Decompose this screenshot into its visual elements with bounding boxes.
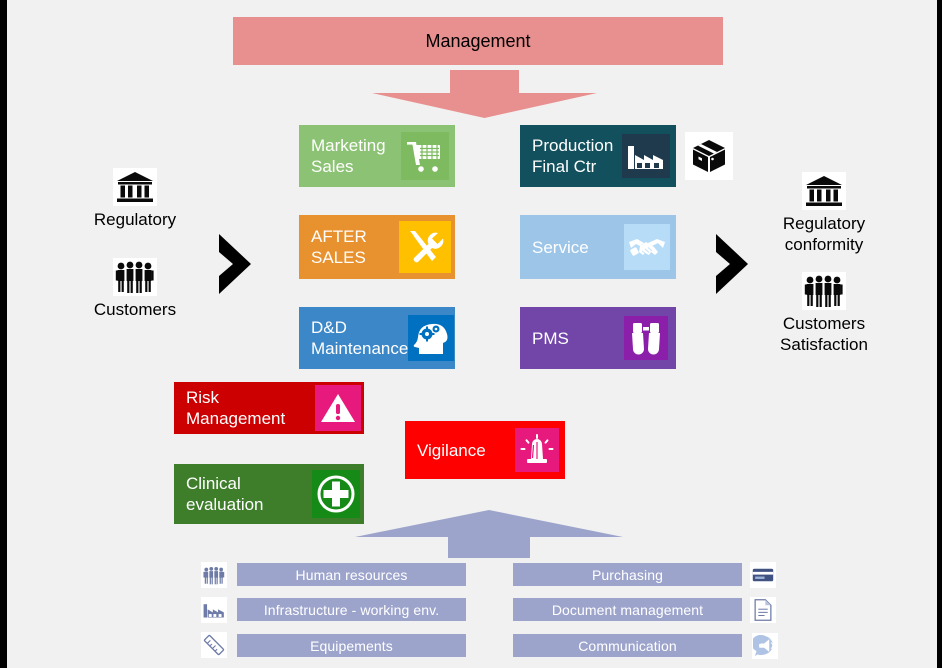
warning-triangle-icon [315, 385, 361, 431]
support-bar-infrastructure[interactable]: Infrastructure - working env. [237, 598, 466, 621]
output-chevron-icon [712, 232, 756, 301]
process-box-vigilance-label: Vigilance [417, 440, 486, 460]
document-icon [750, 597, 776, 623]
process-box-pms[interactable]: PMS [520, 307, 676, 369]
process-box-service-label: Service [532, 237, 589, 257]
output-regulatory-conformity: Regulatory conformity [764, 172, 884, 255]
ruler-icon [201, 632, 227, 658]
alarm-light-icon [515, 428, 559, 472]
process-box-risk-management[interactable]: Risk Management [174, 382, 364, 434]
support-bar-document-management-label: Document management [551, 601, 704, 618]
process-box-service[interactable]: Service [520, 215, 676, 279]
factory-icon [622, 134, 670, 178]
process-box-dd-maintenance-label: D&D Maintenance [311, 318, 409, 358]
people-group-icon [201, 562, 227, 588]
input-chevron-icon [215, 232, 259, 301]
process-box-clinical-evaluation[interactable]: Clinical evaluation [174, 464, 364, 524]
input-regulatory-label: Regulatory [93, 210, 177, 229]
support-bar-purchasing[interactable]: Purchasing [513, 563, 742, 586]
factory-icon [201, 597, 227, 623]
shopping-cart-icon [401, 132, 449, 180]
handshake-icon [624, 224, 670, 270]
process-box-after-sales-label: AFTER SALES [311, 227, 367, 267]
input-customers-label: Customers [93, 300, 177, 319]
bank-icon [113, 168, 157, 206]
output-customers-satisfaction-label: Customers Satisfaction [780, 314, 868, 354]
support-up-arrow [355, 508, 623, 558]
people-group-icon [802, 272, 846, 310]
diagram-canvas: Management Regulatory Customers Marketin… [7, 0, 937, 668]
support-bar-communication-label: Communication [578, 637, 677, 654]
process-box-pms-label: PMS [532, 328, 569, 348]
output-customers-satisfaction: Customers Satisfaction [759, 272, 889, 355]
output-regulatory-conformity-label: Regulatory conformity [782, 214, 866, 254]
management-down-arrow [372, 70, 597, 118]
process-box-production-final-ctr[interactable]: Production Final Ctr [520, 125, 676, 187]
process-box-dd-maintenance[interactable]: D&D Maintenance [299, 307, 455, 369]
process-box-after-sales[interactable]: AFTER SALES [299, 215, 455, 279]
input-customers: Customers [85, 258, 185, 320]
head-gears-icon [408, 315, 455, 361]
process-box-production-final-ctr-label: Production Final Ctr [532, 136, 614, 176]
support-bar-equipements[interactable]: Equipements [237, 634, 466, 657]
process-box-clinical-evaluation-label: Clinical evaluation [186, 474, 264, 514]
binoculars-icon [624, 316, 668, 360]
support-bar-infrastructure-label: Infrastructure - working env. [263, 601, 440, 618]
package-box-icon [685, 132, 733, 180]
support-bar-equipements-label: Equipements [310, 637, 393, 654]
process-box-marketing-sales-label: Marketing Sales [311, 136, 386, 176]
medical-cross-icon [312, 470, 360, 518]
management-banner-label: Management [425, 30, 531, 51]
process-box-marketing-sales[interactable]: Marketing Sales [299, 125, 455, 187]
people-group-icon [113, 258, 157, 296]
megaphone-bubble-icon [752, 633, 778, 659]
credit-card-icon [750, 562, 776, 588]
input-regulatory: Regulatory [85, 168, 185, 230]
support-bar-purchasing-label: Purchasing [591, 566, 664, 583]
bank-icon [802, 172, 846, 210]
process-box-risk-management-label: Risk Management [186, 388, 286, 428]
process-box-vigilance[interactable]: Vigilance [405, 421, 565, 479]
support-bar-human-resources-label: Human resources [295, 566, 408, 583]
support-bar-communication[interactable]: Communication [513, 634, 742, 657]
management-banner[interactable]: Management [233, 17, 723, 65]
support-bar-document-management[interactable]: Document management [513, 598, 742, 621]
tools-icon [399, 221, 451, 273]
support-bar-human-resources[interactable]: Human resources [237, 563, 466, 586]
